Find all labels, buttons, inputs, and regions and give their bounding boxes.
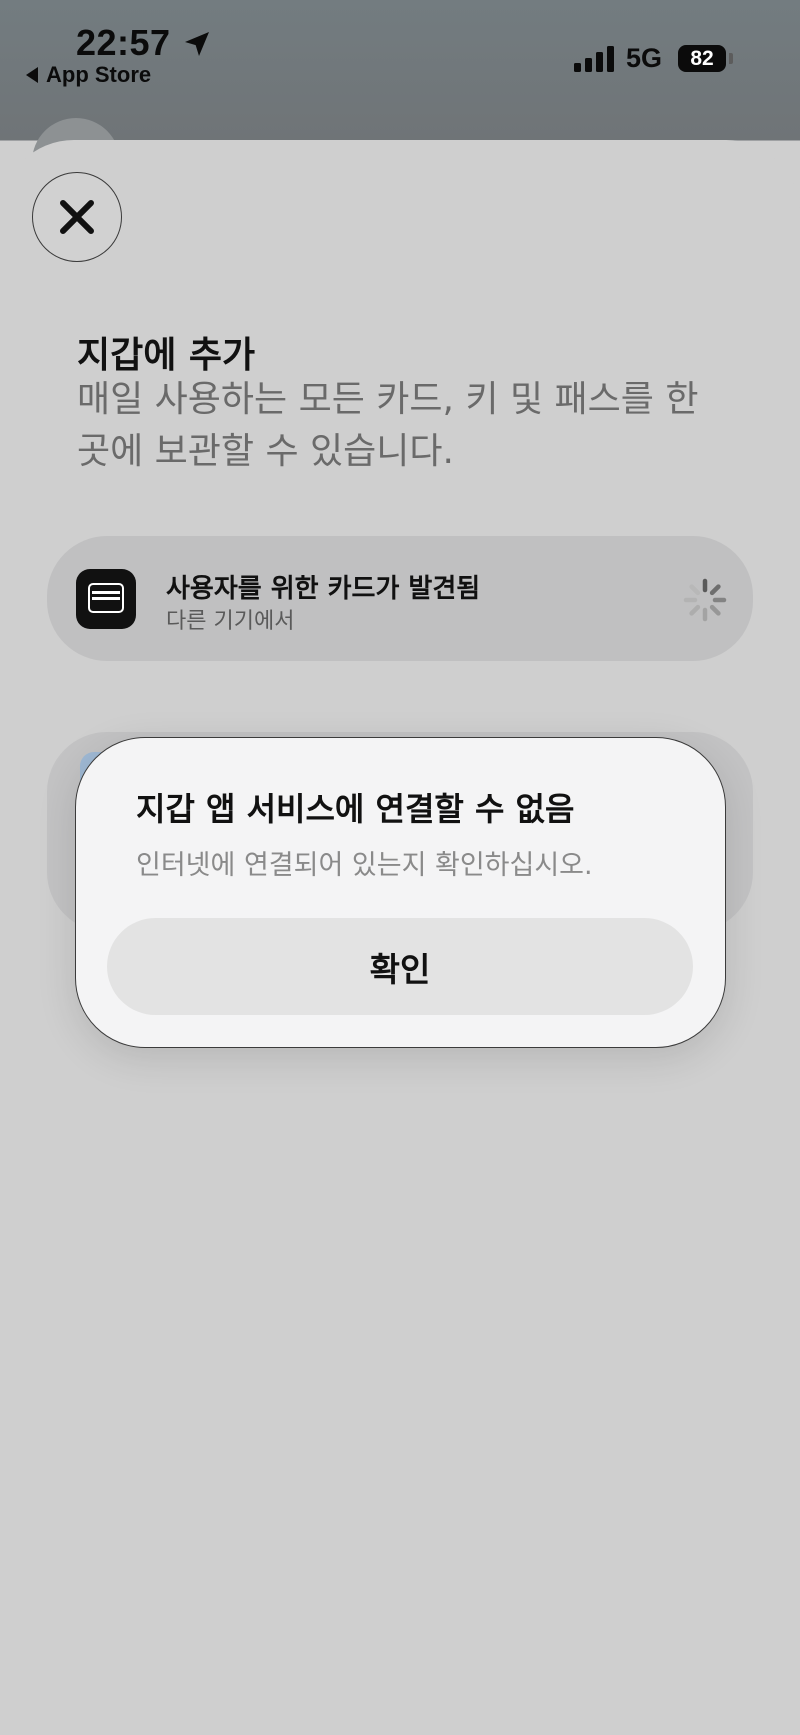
battery-icon: 82 (678, 45, 726, 72)
card-found-subtitle: 다른 기기에서 (166, 609, 295, 634)
alert-title: 지갑 앱 서비스에 연결할 수 없음 (136, 790, 575, 828)
battery-nub (729, 53, 733, 64)
page-subtitle: 매일 사용하는 모든 카드, 키 및 패스를 한 곳에 보관할 수 있습니다. (77, 379, 699, 472)
battery-level: 82 (690, 46, 714, 70)
status-time: 22:57 (76, 22, 171, 63)
back-app-label: App Store (46, 62, 152, 87)
back-to-app-link[interactable]: App Store (26, 62, 151, 88)
cellular-signal-icon (574, 44, 614, 72)
page-title: 지갑에 추가 (77, 335, 256, 376)
close-button[interactable] (32, 172, 122, 262)
status-bar: 22:57 App Store 5G 82 (0, 0, 800, 100)
alert-message: 인터넷에 연결되어 있는지 확인하십시오. (136, 850, 593, 881)
wallet-icon (76, 569, 136, 629)
card-found-title: 사용자를 위한 카드가 발견됨 (166, 574, 481, 604)
confirm-button[interactable]: 확인 (107, 918, 693, 1015)
back-triangle-icon (26, 67, 38, 83)
spinner-icon (683, 578, 727, 622)
network-type: 5G (626, 43, 663, 73)
close-icon (60, 200, 94, 234)
location-arrow-icon (185, 32, 209, 56)
